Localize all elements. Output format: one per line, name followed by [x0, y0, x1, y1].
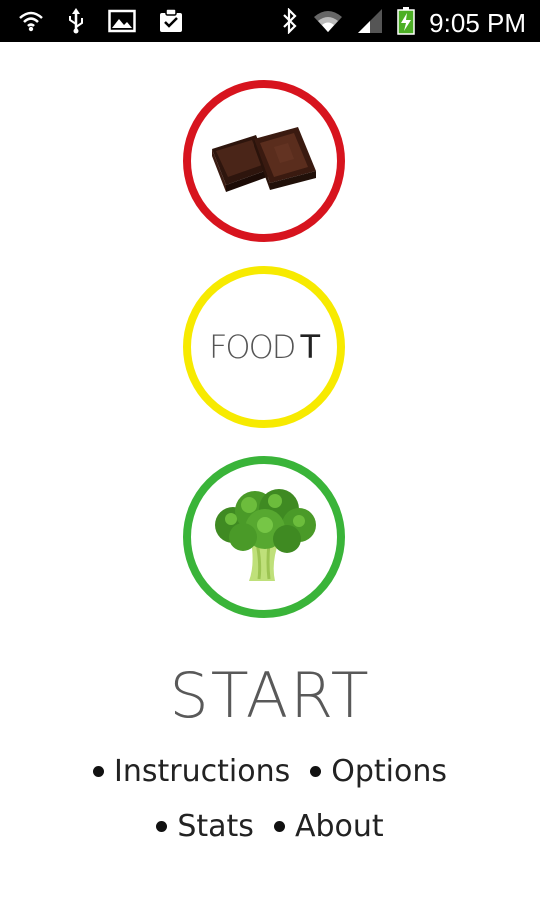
- bluetooth-icon: [281, 7, 299, 38]
- bullet-icon: [93, 766, 105, 777]
- bullet-icon: [273, 821, 285, 832]
- start-button[interactable]: START: [0, 659, 540, 732]
- bullet-icon: [156, 821, 168, 832]
- battery-charging-icon: [397, 7, 415, 39]
- status-left-icons: [18, 8, 184, 38]
- logo-letter: T: [300, 328, 320, 366]
- menu-row-primary: Instructions Options: [0, 754, 540, 789]
- stats-link[interactable]: Stats: [156, 809, 254, 844]
- wifi-alert-icon: [18, 9, 44, 37]
- status-right-icons: 9:05 PM: [281, 7, 526, 39]
- wifi-icon: [313, 8, 343, 38]
- about-label: About: [294, 809, 384, 844]
- status-bar: 9:05 PM: [0, 0, 540, 42]
- about-link[interactable]: About: [273, 809, 384, 844]
- logo-word: FOOD: [209, 328, 296, 366]
- bullet-icon: [310, 766, 322, 777]
- options-label: Options: [331, 754, 447, 789]
- broccoli-icon: [205, 485, 323, 589]
- chocolate-icon: [204, 119, 324, 203]
- clipboard-check-icon: [158, 8, 184, 38]
- stats-label: Stats: [177, 809, 254, 844]
- app-logo: FOOD T: [209, 328, 320, 366]
- menu-row-secondary: Stats About: [0, 809, 540, 844]
- image-icon: [108, 9, 136, 37]
- green-circle: [183, 456, 345, 618]
- signal-icon: [357, 8, 383, 38]
- instructions-label: Instructions: [114, 754, 291, 789]
- instructions-link[interactable]: Instructions: [93, 754, 290, 789]
- status-time: 9:05 PM: [429, 8, 526, 38]
- app-screen: FOOD T START Instructions Options Stats …: [0, 42, 540, 900]
- red-circle: [183, 80, 345, 242]
- options-link[interactable]: Options: [310, 754, 447, 789]
- yellow-circle: FOOD T: [183, 266, 345, 428]
- usb-icon: [66, 8, 86, 38]
